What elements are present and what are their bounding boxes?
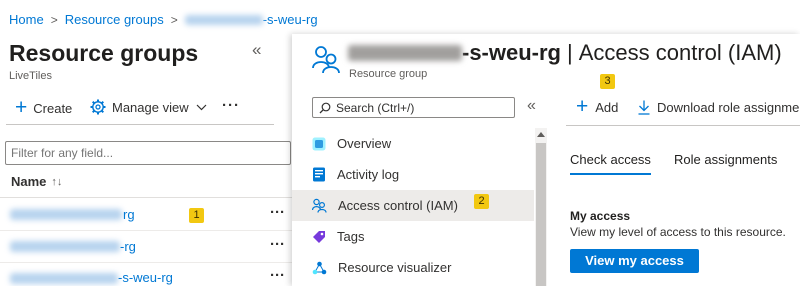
- resource-group-link[interactable]: -s-weu-rg: [118, 270, 173, 285]
- redacted-name: [10, 273, 118, 284]
- gear-icon: [90, 99, 106, 115]
- search-icon: [319, 102, 331, 114]
- column-header-name[interactable]: Name ↑↓: [11, 174, 62, 189]
- breadcrumb-current[interactable]: -s-weu-rg: [263, 11, 318, 29]
- menu-scrollbar[interactable]: [535, 128, 547, 286]
- row-more-button[interactable]: ···: [270, 267, 285, 284]
- resource-group-link[interactable]: -rg: [120, 239, 136, 254]
- scroll-up-arrow[interactable]: [537, 132, 545, 137]
- iam-content: + Add Download role assignmen Check acce…: [556, 92, 800, 286]
- view-my-access-button[interactable]: View my access: [570, 249, 699, 273]
- page-subtitle: LiveTiles: [9, 70, 52, 82]
- tab-role-assignments[interactable]: Role assignments: [674, 152, 777, 167]
- row-more-button[interactable]: ···: [270, 204, 285, 221]
- chevron-down-icon: [196, 104, 207, 111]
- menu-search-box[interactable]: Search (Ctrl+/): [312, 97, 515, 118]
- blade-subtitle: Resource group: [349, 68, 428, 80]
- tab-active-underline: [570, 173, 651, 175]
- resource-group-link[interactable]: rg: [123, 207, 135, 222]
- overview-icon: [312, 137, 326, 151]
- redacted-name: [10, 241, 120, 252]
- menu-item-overview[interactable]: Overview: [292, 128, 534, 159]
- breadcrumb-resource-groups[interactable]: Resource groups: [65, 11, 164, 29]
- breadcrumb-home[interactable]: Home: [9, 11, 44, 29]
- chevron-right-icon: >: [170, 13, 178, 27]
- plus-icon: +: [15, 96, 28, 119]
- access-control-icon: [312, 198, 327, 213]
- collapse-menu-button[interactable]: «: [527, 97, 536, 115]
- add-button[interactable]: + Add: [576, 95, 618, 118]
- blade-title-main: Access control (IAM): [578, 40, 782, 65]
- annotation-badge-1: 1: [189, 208, 204, 223]
- chevron-right-icon: >: [50, 13, 58, 27]
- search-placeholder: Search (Ctrl+/): [336, 100, 415, 115]
- download-role-assignments-button[interactable]: Download role assignmen: [638, 100, 800, 115]
- plus-icon: +: [576, 95, 589, 118]
- manage-view-button[interactable]: Manage view: [90, 99, 207, 115]
- table-row[interactable]: -s-weu-rg ···: [0, 263, 292, 286]
- filter-input[interactable]: [5, 141, 291, 165]
- tab-check-access[interactable]: Check access: [570, 152, 651, 167]
- menu-item-resource-visualizer[interactable]: Resource visualizer: [292, 252, 534, 283]
- resource-menu: Search (Ctrl+/) « Overview Activity log …: [292, 92, 547, 286]
- section-description: View my level of access to this resource…: [570, 225, 786, 239]
- page-title: Resource groups: [9, 40, 199, 66]
- blade-title: -s-weu-rg | Access control (IAM): [348, 40, 782, 66]
- toolbar-divider: [6, 124, 274, 125]
- create-button[interactable]: + Create: [15, 96, 72, 119]
- resource-group-icon: [312, 44, 340, 74]
- annotation-badge-3: 3: [600, 74, 615, 89]
- scrollbar-thumb[interactable]: [536, 143, 546, 286]
- row-more-button[interactable]: ···: [270, 236, 285, 253]
- tag-icon: [312, 230, 326, 244]
- blade-title-separator: |: [567, 40, 573, 65]
- breadcrumb: Home > Resource groups > -s-weu-rg: [9, 11, 318, 29]
- download-icon: [638, 100, 650, 115]
- more-toolbar-button[interactable]: ···: [222, 97, 240, 114]
- menu-item-tags[interactable]: Tags: [292, 221, 534, 252]
- left-panel: Resource groups « LiveTiles + Create Man…: [0, 34, 292, 286]
- table-row[interactable]: rg ···: [0, 199, 292, 230]
- menu-item-activity-log[interactable]: Activity log: [292, 159, 534, 190]
- section-title: My access: [570, 209, 631, 223]
- menu-item-access-control[interactable]: Access control (IAM): [292, 190, 534, 221]
- sort-icon: ↑↓: [51, 175, 63, 188]
- resource-visualizer-icon: [312, 261, 327, 275]
- table-row[interactable]: -rg ···: [0, 231, 292, 262]
- header-divider: [0, 197, 292, 198]
- toolbar-divider: [566, 125, 800, 126]
- title-redacted: [348, 45, 462, 61]
- breadcrumb-redacted: [184, 15, 263, 25]
- activity-log-icon: [312, 167, 326, 182]
- collapse-left-button[interactable]: «: [252, 40, 261, 60]
- iam-blade: -s-weu-rg | Access control (IAM) Resourc…: [292, 34, 800, 286]
- blade-title-suffix: -s-weu-rg: [462, 40, 561, 65]
- annotation-badge-2: 2: [474, 194, 489, 209]
- redacted-name: [10, 209, 122, 220]
